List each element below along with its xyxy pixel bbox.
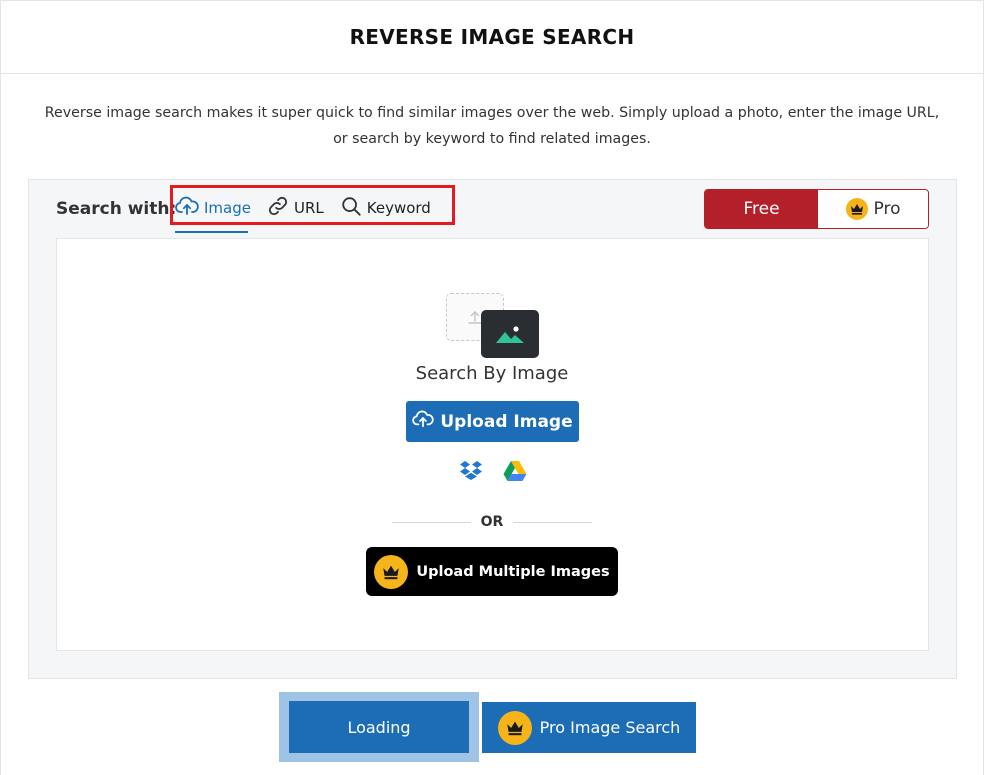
- image-icon: [481, 310, 539, 358]
- upload-illustration: [446, 293, 540, 359]
- loading-button[interactable]: Loading: [289, 701, 469, 753]
- pro-image-search-button[interactable]: Pro Image Search: [482, 702, 696, 753]
- crown-icon: [845, 198, 868, 220]
- dropbox-icon[interactable]: [459, 460, 483, 487]
- cloud-source-icons: [459, 460, 527, 486]
- active-tab-indicator: [175, 231, 248, 233]
- crown-icon: [497, 710, 532, 745]
- cloud-upload-icon: [412, 410, 435, 433]
- or-divider: OR: [392, 512, 592, 532]
- pro-image-search-label: Pro Image Search: [539, 718, 681, 737]
- tab-highlight-box: [170, 185, 455, 225]
- upload-multiple-label: Upload Multiple Images: [416, 563, 610, 580]
- search-by-image-heading: Search By Image: [415, 363, 569, 384]
- page-title: REVERSE IMAGE SEARCH: [349, 24, 635, 49]
- intro-text: Reverse image search makes it super quic…: [44, 105, 940, 147]
- crown-icon: [374, 554, 409, 589]
- loading-button-focus-ring: Loading: [279, 692, 479, 762]
- plan-pro-button[interactable]: Pro: [818, 190, 928, 228]
- plan-pro-label: Pro: [873, 199, 901, 219]
- divider-line: [392, 521, 471, 523]
- plan-toggle: Free Pro: [704, 189, 929, 229]
- upload-image-button[interactable]: Upload Image: [406, 401, 579, 442]
- plan-free-button[interactable]: Free: [705, 190, 818, 228]
- search-with-label: Search with:: [56, 199, 177, 219]
- divider-line: [513, 521, 592, 523]
- or-label: OR: [480, 514, 504, 530]
- upload-image-label: Upload Image: [440, 411, 573, 432]
- google-drive-icon[interactable]: [503, 460, 527, 487]
- title-bar: REVERSE IMAGE SEARCH: [0, 0, 984, 74]
- upload-multiple-images-button[interactable]: Upload Multiple Images: [366, 547, 618, 596]
